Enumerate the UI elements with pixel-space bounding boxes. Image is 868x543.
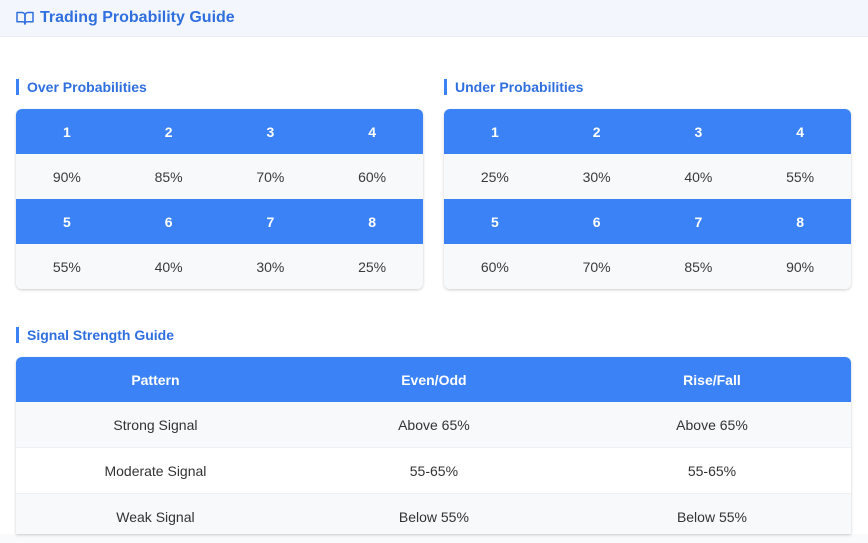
under-value-cell: 85% — [684, 258, 713, 275]
under-digit-cell: 3 — [694, 123, 703, 140]
over-value-cell: 55% — [52, 258, 81, 275]
column-header-rise-fall: Rise/Fall — [572, 357, 851, 402]
under-digit-row: 1 2 3 4 — [444, 109, 851, 154]
over-value-cell: 85% — [154, 168, 183, 185]
over-value-cell: 60% — [358, 168, 387, 185]
under-digit-cell: 2 — [592, 123, 601, 140]
under-digit-cell: 7 — [694, 213, 703, 230]
table-header-row: Pattern Even/Odd Rise/Fall — [16, 357, 851, 402]
over-value-cell: 30% — [256, 258, 285, 275]
under-digit-cell: 4 — [796, 123, 805, 140]
under-digit-cell: 1 — [490, 123, 499, 140]
over-value-cell: 90% — [52, 168, 81, 185]
under-digit-cell: 5 — [490, 213, 499, 230]
page-title: Trading Probability Guide — [40, 9, 235, 26]
under-value-cell: 55% — [786, 168, 815, 185]
signal-strength-card: Pattern Even/Odd Rise/Fall Strong Signal… — [16, 357, 851, 534]
table-cell: Below 55% — [294, 493, 573, 534]
under-value-cell: 60% — [480, 258, 509, 275]
over-value-row: 90% 85% 70% 60% — [16, 154, 423, 199]
table-cell: Weak Signal — [16, 493, 295, 534]
over-digit-cell: 5 — [62, 213, 71, 230]
over-digit-row: 5 6 7 8 — [16, 199, 423, 244]
under-digit-cell: 6 — [592, 213, 601, 230]
signal-strength-table: Pattern Even/Odd Rise/Fall Strong Signal… — [16, 357, 851, 534]
over-digit-row: 1 2 3 4 — [16, 109, 423, 154]
over-digit-cell: 4 — [368, 123, 377, 140]
under-value-cell: 70% — [582, 258, 611, 275]
column-header-even-odd: Even/Odd — [294, 357, 573, 402]
table-cell: 55-65% — [572, 447, 851, 494]
over-digit-cell: 7 — [266, 213, 275, 230]
over-probabilities-title: Over Probabilities — [16, 79, 147, 95]
under-probabilities-title: Under Probabilities — [444, 79, 583, 95]
page: Trading Probability Guide Over Probabili… — [0, 0, 868, 534]
over-value-cell: 25% — [358, 258, 387, 275]
under-value-cell: 25% — [480, 168, 509, 185]
table-cell: Below 55% — [572, 493, 851, 534]
column-header-pattern: Pattern — [16, 357, 295, 402]
over-digit-cell: 8 — [368, 213, 377, 230]
under-value-cell: 90% — [786, 258, 815, 275]
under-probabilities-card: 1 2 3 4 25% 30% 40% 55% 5 6 7 8 60% 70% … — [444, 109, 851, 289]
over-value-cell: 70% — [256, 168, 285, 185]
table-cell: Moderate Signal — [16, 447, 295, 494]
over-value-row: 55% 40% 30% 25% — [16, 244, 423, 289]
table-row: Moderate Signal 55-65% 55-65% — [16, 447, 851, 494]
table-cell: Above 65% — [294, 402, 573, 448]
under-value-row: 25% 30% 40% 55% — [444, 154, 851, 199]
under-digit-row: 5 6 7 8 — [444, 199, 851, 244]
under-value-cell: 40% — [684, 168, 713, 185]
table-cell: Above 65% — [572, 402, 851, 448]
over-digit-cell: 2 — [164, 123, 173, 140]
table-cell: 55-65% — [294, 447, 573, 494]
over-digit-cell: 6 — [164, 213, 173, 230]
under-value-cell: 30% — [582, 168, 611, 185]
book-open-icon — [16, 11, 34, 25]
under-digit-cell: 8 — [796, 213, 805, 230]
over-digit-cell: 1 — [62, 123, 71, 140]
table-cell: Strong Signal — [16, 402, 295, 448]
table-row: Strong Signal Above 65% Above 65% — [16, 402, 851, 448]
over-digit-cell: 3 — [266, 123, 275, 140]
table-row: Weak Signal Below 55% Below 55% — [16, 493, 851, 534]
page-header: Trading Probability Guide — [0, 0, 868, 37]
under-value-row: 60% 70% 85% 90% — [444, 244, 851, 289]
over-probabilities-card: 1 2 3 4 90% 85% 70% 60% 5 6 7 8 55% 40% … — [16, 109, 423, 289]
over-value-cell: 40% — [154, 258, 183, 275]
signal-strength-title: Signal Strength Guide — [16, 327, 174, 343]
